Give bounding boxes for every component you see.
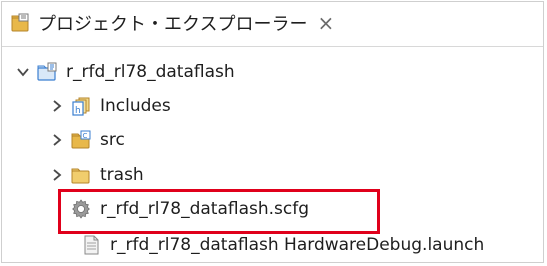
scfg-file-label: r_rfd_rl78_dataflash.scfg <box>100 199 310 219</box>
project-explorer-icon <box>10 12 32 34</box>
svg-text:h: h <box>75 106 81 116</box>
source-folder-icon: C <box>70 129 92 151</box>
src-label: src <box>100 130 125 150</box>
project-folder-icon <box>36 61 58 83</box>
includes-label: Includes <box>100 96 171 116</box>
chevron-right-icon[interactable] <box>48 131 66 149</box>
tree-item-project[interactable]: r_rfd_rl78_dataflash <box>14 55 235 89</box>
tab-project-explorer[interactable]: プロジェクト・エクスプローラー × <box>2 2 334 44</box>
close-icon[interactable]: × <box>317 13 334 33</box>
tab-divider <box>2 46 543 47</box>
launch-file-icon <box>80 234 102 256</box>
chevron-down-icon[interactable] <box>14 63 32 81</box>
includes-icon: h <box>70 95 92 117</box>
svg-text:C: C <box>83 132 88 140</box>
trash-label: trash <box>100 165 144 185</box>
project-label: r_rfd_rl78_dataflash <box>66 62 235 82</box>
launch-file-label: r_rfd_rl78_dataflash HardwareDebug.launc… <box>110 235 485 255</box>
tree-item-scfg-file[interactable]: r_rfd_rl78_dataflash.scfg <box>70 192 309 226</box>
tree-item-launch-file[interactable]: r_rfd_rl78_dataflash HardwareDebug.launc… <box>80 228 484 262</box>
chevron-right-icon[interactable] <box>48 166 66 184</box>
tree-item-trash[interactable]: trash <box>48 158 144 192</box>
tab-title: プロジェクト・エクスプローラー <box>38 14 308 35</box>
folder-icon <box>70 164 92 186</box>
chevron-right-icon[interactable] <box>48 97 66 115</box>
tree-item-includes[interactable]: h Includes <box>48 89 171 123</box>
gear-icon <box>70 198 92 220</box>
tree-item-src[interactable]: C src <box>48 123 125 157</box>
